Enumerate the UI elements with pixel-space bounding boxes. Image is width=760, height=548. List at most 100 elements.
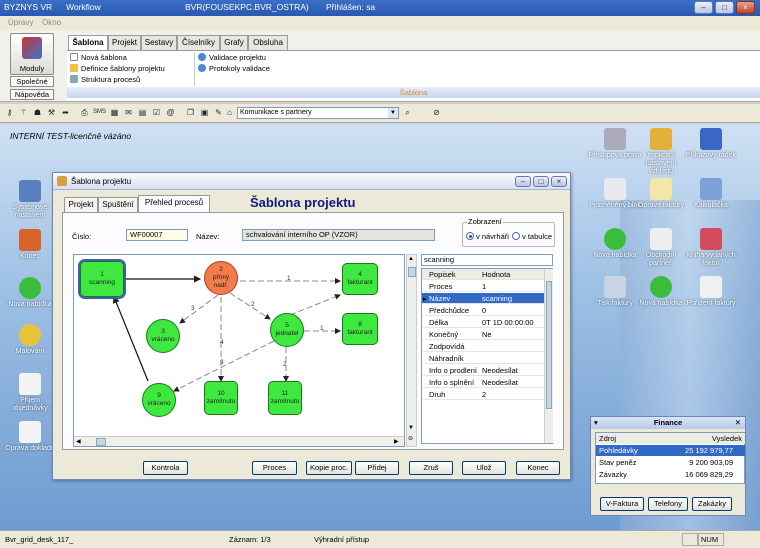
property-row[interactable]: Náhradník [422,353,544,364]
property-row-selected[interactable]: ▸ Název scanning [422,293,544,304]
node-invoicer-4[interactable]: 4 fakturant [342,263,378,295]
desktop-default-look[interactable]: Implicitní nastavení vzhledu [634,128,688,176]
help-button[interactable]: Nápověda [10,89,54,100]
property-row[interactable]: Zodpovídá [422,341,544,352]
copy-icon[interactable]: ❐ [185,107,196,118]
orders-button[interactable]: Zakázky [692,497,732,511]
finance-row[interactable]: Pohledávky 25 192 979,77 [596,445,745,456]
desktop-issued-invoices[interactable]: Kniha vydaných faktur [684,228,738,268]
finance-close-icon[interactable]: ✕ [735,417,741,429]
tools-icon[interactable]: ⚒ [46,107,57,118]
add-button[interactable]: Přidej [355,461,399,475]
property-scrollbar[interactable] [544,269,553,443]
node-returned-9[interactable]: 9 vráceno [142,383,176,417]
desktop-invoice-fix[interactable]: Oprava faktury [634,178,688,210]
nazev-field[interactable]: schvalování interního OP (VZOR) [242,229,435,241]
finance-grid[interactable]: Zdroj Vysledek Pohledávky 25 192 979,77 St… [595,432,745,484]
property-grid[interactable]: Popisek Hodnota Proces 1 ▸ Název scanning P… [421,268,553,444]
key-icon[interactable]: ⚷ [4,107,15,118]
scroll-down-icon[interactable]: ▼ [408,425,414,431]
dialog-maximize-button[interactable]: □ [533,176,549,187]
tab-obsluha[interactable]: Obsluha [248,35,288,50]
tab-projekt[interactable]: Projekt [108,35,141,50]
at-icon[interactable]: @ [165,107,176,118]
chart-icon[interactable]: ⚚ [18,107,29,118]
workflow-diagram[interactable]: 1 scanning 2 přímý nadř. 3 vráceno 4 faktura… [73,254,405,447]
minimize-button[interactable]: – [694,1,713,14]
desktop-system-settings[interactable]: Systémové nastavení [3,180,57,220]
property-search[interactable]: scanning [421,254,553,266]
node-executive[interactable]: 5 jednatel [270,313,304,347]
sms-icon[interactable]: SMS [93,107,106,118]
diagram-vscrollbar[interactable]: ▲ ▼ ⊖ [406,254,417,447]
building-icon[interactable]: ⌂ [224,107,235,118]
ribbon-process-structure[interactable]: Struktura procesů [70,75,140,84]
tab-sestavy[interactable]: Sestavy [141,35,177,50]
clipboard-icon[interactable]: ▣ [199,107,210,118]
desktop-invoice-entry[interactable]: Pořízení faktury [684,276,738,308]
desktop-exit[interactable]: Konec [3,229,57,261]
users-icon[interactable]: ☗ [32,107,43,118]
modules-button[interactable]: Moduly [10,33,54,75]
scroll-left-icon[interactable]: ◀ [76,438,84,446]
desktop-command-line[interactable]: Příkazový řádek [684,128,738,160]
ribbon-template-definition[interactable]: Definice šablony projektu [70,64,165,73]
desktop-calculator[interactable]: Kalkulačka [684,178,738,210]
property-row[interactable]: Info o prodlení Neodesílat [422,365,544,376]
desktop-paint[interactable]: Malování [3,324,57,356]
copy-process-button[interactable]: Kopie proc. [306,461,352,475]
mail-icon[interactable]: ✉ [123,107,134,118]
dtab-prehled[interactable]: Přehled procesů [138,195,210,213]
dtab-spusteni[interactable]: Spuštění [98,197,138,212]
collapse-icon[interactable]: ▾ [594,417,598,429]
search-icon[interactable]: ⌕ [402,107,413,118]
desktop-document-fix[interactable]: Oprava dokladu [3,421,57,453]
close-dialog-button[interactable]: Konec [516,461,560,475]
tab-sablona[interactable]: Šablona [68,35,108,51]
desktop-order-receipt[interactable]: Přijem objednávky [3,373,57,413]
dialog-minimize-button[interactable]: – [515,176,531,187]
v-invoice-button[interactable]: V-Faktura [600,497,644,511]
check-icon[interactable]: ☑ [151,107,162,118]
partner-combo[interactable]: Komunikace s partnery ▼ [237,107,399,119]
cislo-field[interactable]: WF00007 [126,229,188,241]
dtab-projekt[interactable]: Projekt [64,197,98,212]
tab-ciselniky[interactable]: Číselníky [177,35,220,50]
node-invoicer-8[interactable]: 8 fakturant [342,313,378,345]
save-button[interactable]: Ulož [462,461,506,475]
tab-grafy[interactable]: Grafy [220,35,248,50]
property-row[interactable]: Délka 0T 1D 00:00:00 [422,317,544,328]
radio-table[interactable] [512,232,520,240]
ribbon-validate-project[interactable]: Validace projektu [198,53,266,62]
scroll-up-icon[interactable]: ▲ [408,256,414,262]
cancel-button[interactable]: Zruš [409,461,453,475]
node-returned-3[interactable]: 3 vráceno [146,319,180,353]
calendar-icon[interactable]: ▦ [109,107,120,118]
vscroll-thumb[interactable] [408,267,416,277]
node-direct-superior[interactable]: 2 přímý nadř. [204,261,238,295]
proces-button[interactable]: Proces [252,461,297,475]
desktop-new-offer[interactable]: Nová nabídka [3,277,57,309]
note-icon[interactable]: ✎ [213,107,224,118]
zoom-icon[interactable]: ⊖ [408,435,413,442]
menu-okno[interactable]: Okno [42,18,61,27]
property-row[interactable]: Předchůdce 0 [422,305,544,316]
node-rejected-10[interactable]: 10 zamítnuto [204,381,238,415]
property-scroll-thumb[interactable] [546,281,552,409]
desktop-new-offer-3[interactable]: Nová nabídka [634,276,688,308]
table-icon[interactable]: ▤ [137,107,148,118]
scroll-right-icon[interactable]: ▶ [394,438,402,446]
print-icon[interactable]: ⎙ [79,107,90,118]
diagram-hscrollbar[interactable]: ◀ ▶ [74,436,404,446]
ribbon-new-template[interactable]: Nová šablona [70,53,127,62]
radio-designer[interactable] [466,232,474,240]
desktop-partners[interactable]: Obchodní partneři [634,228,688,268]
property-row[interactable]: Proces 1 [422,281,544,292]
ribbon-validation-log[interactable]: Protokoly validace [198,64,270,73]
property-row[interactable]: Druh 2 [422,389,544,400]
common-button[interactable]: Společné [10,76,54,87]
property-row[interactable]: Info o splnění Neodesílat [422,377,544,388]
forward-icon[interactable]: ➦ [60,107,71,118]
close-button[interactable]: × [736,1,755,14]
chevron-down-icon[interactable]: ▼ [388,108,398,118]
